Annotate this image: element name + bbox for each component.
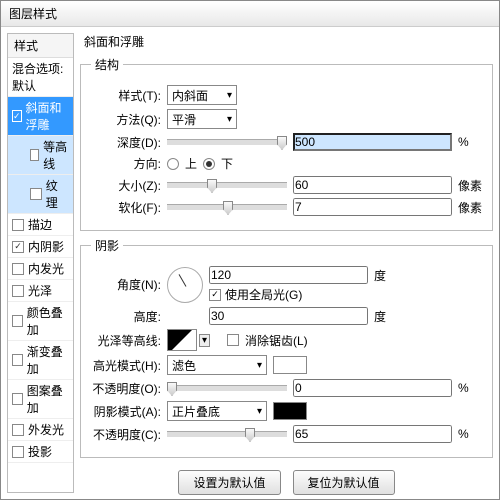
shadow-mode-dropdown[interactable]: 正片叠底 — [167, 401, 267, 421]
shading-group: 阴影 角度(N): 度 使用全局光(G) — [80, 237, 493, 458]
size-input[interactable] — [293, 176, 452, 194]
style-checkbox[interactable] — [12, 446, 24, 458]
depth-label: 深度(D): — [91, 134, 161, 151]
size-unit: 像素 — [458, 177, 482, 194]
highlight-opacity-label: 不透明度(O): — [91, 380, 161, 397]
style-row-1[interactable]: ✓ 斜面和浮雕 — [8, 97, 73, 136]
direction-down-radio[interactable] — [203, 158, 215, 170]
altitude-input[interactable] — [209, 307, 368, 325]
style-label: 斜面和浮雕 — [26, 99, 69, 133]
set-default-button[interactable]: 设置为默认值 — [178, 470, 280, 495]
direction-up-radio[interactable] — [167, 158, 179, 170]
style-checkbox[interactable] — [30, 149, 39, 161]
style-label: 光泽 — [28, 282, 52, 299]
shading-legend: 阴影 — [91, 237, 123, 254]
style-checkbox[interactable]: ✓ — [12, 241, 24, 253]
shadow-color-swatch[interactable] — [273, 402, 307, 420]
style-label: 投影 — [28, 443, 52, 460]
style-row-5[interactable]: ✓ 内阴影 — [8, 236, 73, 258]
depth-unit: % — [458, 135, 482, 149]
style-label: 外发光 — [28, 421, 64, 438]
layer-style-dialog: 图层样式 样式 混合选项:默认 ✓ 斜面和浮雕等高线纹理描边 ✓ 内阴影内发光光泽颜色叠… — [0, 0, 500, 500]
structure-group: 结构 样式(T): 内斜面 方法(Q): 平滑 深度(D): % 方向: — [80, 56, 493, 231]
main-panel: 斜面和浮雕 结构 样式(T): 内斜面 方法(Q): 平滑 深度(D): % — [80, 33, 493, 493]
style-row-7[interactable]: 光泽 — [8, 280, 73, 302]
contour-label: 光泽等高线: — [91, 332, 161, 349]
highlight-mode-dropdown[interactable]: 滤色 — [167, 355, 267, 375]
method-label: 方法(Q): — [91, 111, 161, 128]
shadow-mode-label: 阴影模式(A): — [91, 403, 161, 420]
style-row-8[interactable]: 颜色叠加 — [8, 302, 73, 341]
styles-header: 样式 — [8, 34, 73, 58]
shadow-opacity-unit: % — [458, 427, 482, 441]
soften-slider[interactable] — [167, 204, 287, 210]
style-row-9[interactable]: 渐变叠加 — [8, 341, 73, 380]
style-checkbox[interactable] — [12, 219, 24, 231]
contour-picker[interactable] — [167, 329, 197, 351]
depth-slider[interactable] — [167, 139, 287, 145]
style-checkbox[interactable] — [12, 263, 24, 275]
soften-label: 软化(F): — [91, 199, 161, 216]
style-checkbox[interactable] — [12, 424, 24, 436]
style-checkbox[interactable] — [12, 354, 23, 366]
style-row-2[interactable]: 等高线 — [8, 136, 73, 175]
style-checkbox[interactable]: ✓ — [12, 110, 22, 122]
style-row-3[interactable]: 纹理 — [8, 175, 73, 214]
size-slider[interactable] — [167, 182, 287, 188]
soften-input[interactable] — [293, 198, 452, 216]
highlight-opacity-slider[interactable] — [167, 385, 287, 391]
method-dropdown[interactable]: 平滑 — [167, 109, 237, 129]
style-row-10[interactable]: 图案叠加 — [8, 380, 73, 419]
style-label: 纹理 — [46, 177, 69, 211]
highlight-mode-label: 高光模式(H): — [91, 357, 161, 374]
shadow-opacity-label: 不透明度(C): — [91, 426, 161, 443]
depth-input[interactable] — [293, 133, 452, 151]
angle-label: 角度(N): — [91, 276, 161, 293]
style-checkbox[interactable] — [30, 188, 42, 200]
antialias-checkbox[interactable] — [227, 334, 239, 346]
style-label: 样式(T): — [91, 87, 161, 104]
effect-title: 斜面和浮雕 — [84, 33, 493, 50]
direction-label: 方向: — [91, 155, 161, 172]
style-label: 渐变叠加 — [27, 343, 69, 377]
global-light-checkbox[interactable] — [209, 289, 221, 301]
style-label: 图案叠加 — [27, 382, 69, 416]
style-dropdown[interactable]: 内斜面 — [167, 85, 237, 105]
altitude-label: 高度: — [91, 308, 161, 325]
altitude-unit: 度 — [374, 308, 398, 325]
antialias-label: 消除锯齿(L) — [245, 332, 308, 349]
reset-default-button[interactable]: 复位为默认值 — [293, 470, 395, 495]
up-label: 上 — [185, 155, 197, 172]
down-label: 下 — [221, 155, 233, 172]
style-label: 内发光 — [28, 260, 64, 277]
style-label: 等高线 — [43, 138, 69, 172]
style-label: 混合选项:默认 — [12, 60, 69, 94]
global-light-label: 使用全局光(G) — [225, 286, 302, 303]
style-row-12[interactable]: 投影 — [8, 441, 73, 463]
structure-legend: 结构 — [91, 56, 123, 73]
style-row-11[interactable]: 外发光 — [8, 419, 73, 441]
style-checkbox[interactable] — [12, 285, 24, 297]
shadow-opacity-slider[interactable] — [167, 431, 287, 437]
style-label: 内阴影 — [28, 238, 64, 255]
style-row-6[interactable]: 内发光 — [8, 258, 73, 280]
style-label: 描边 — [28, 216, 52, 233]
highlight-opacity-input[interactable] — [293, 379, 452, 397]
size-label: 大小(Z): — [91, 177, 161, 194]
style-row-0[interactable]: 混合选项:默认 — [8, 58, 73, 97]
highlight-color-swatch[interactable] — [273, 356, 307, 374]
window-title: 图层样式 — [1, 1, 499, 27]
style-checkbox[interactable] — [12, 315, 23, 327]
angle-input[interactable] — [209, 266, 368, 284]
style-row-4[interactable]: 描边 — [8, 214, 73, 236]
soften-unit: 像素 — [458, 199, 482, 216]
styles-list-panel: 样式 混合选项:默认 ✓ 斜面和浮雕等高线纹理描边 ✓ 内阴影内发光光泽颜色叠加渐变叠加… — [7, 33, 74, 493]
style-label: 颜色叠加 — [27, 304, 69, 338]
angle-unit: 度 — [374, 267, 398, 284]
highlight-opacity-unit: % — [458, 381, 482, 395]
shadow-opacity-input[interactable] — [293, 425, 452, 443]
angle-dial[interactable] — [167, 267, 203, 303]
style-checkbox[interactable] — [12, 393, 23, 405]
